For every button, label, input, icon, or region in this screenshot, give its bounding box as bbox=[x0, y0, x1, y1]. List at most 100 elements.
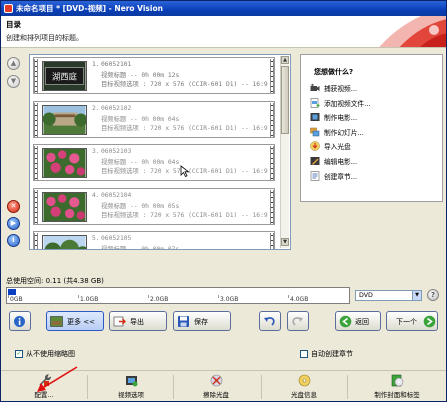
scrollbar-thumb[interactable] bbox=[281, 66, 289, 134]
task-item[interactable]: 捕获视频... bbox=[310, 82, 440, 94]
page-title: 目录 bbox=[6, 20, 21, 29]
cover-label-icon bbox=[391, 374, 404, 387]
info-button[interactable] bbox=[9, 311, 31, 331]
task-item[interactable]: 创建章节... bbox=[310, 170, 440, 182]
title-name: 06052103 bbox=[101, 148, 132, 155]
no-thumbnails-label: 从不使用缩略图 bbox=[26, 350, 75, 358]
title-name: 06052105 bbox=[101, 235, 132, 242]
no-thumbnails-checkbox[interactable]: ✓ bbox=[15, 350, 23, 358]
usage-tick-mark bbox=[148, 295, 149, 298]
disc-usage-fill bbox=[8, 289, 16, 295]
filmstrip-right-icon bbox=[270, 102, 274, 137]
title-row[interactable]: 2. 06052102 视频标题 -- 0h 00m 04s 目标视频选项 : 720… bbox=[30, 99, 279, 140]
usage-tick-mark bbox=[8, 295, 9, 298]
task-item[interactable]: 制作幻灯片... bbox=[310, 126, 440, 138]
arrow-left-icon bbox=[339, 315, 352, 328]
toolbar-divider bbox=[347, 375, 348, 399]
toolbar-divider bbox=[261, 375, 262, 399]
disc-type-select[interactable]: DVD ▼ bbox=[355, 290, 422, 301]
auto-chapters-checkbox[interactable] bbox=[300, 350, 308, 358]
window-title: 未命名项目 * [DVD-视频] - Nero Vision bbox=[16, 4, 163, 13]
title-row[interactable]: 3. 06052103 视频标题 -- 0h 00m 04s 目标视频选项 : 720… bbox=[30, 142, 279, 183]
filmstrip-right-icon bbox=[270, 59, 274, 93]
title-row[interactable]: 湖西庭 1. 06052101 视频标题 -- 0h 00m 12s 目标视频选项 : … bbox=[30, 55, 279, 96]
title-card[interactable]: 4. 06052104 视频标题 -- 0h 00m 05s 目标视频选项 : 720… bbox=[33, 187, 275, 225]
erase-disc-button[interactable]: 擦除光盘 bbox=[191, 373, 241, 401]
title-list-scrollbar[interactable]: ▲ ▼ bbox=[280, 56, 289, 248]
title-row[interactable]: 4. 06052104 视频标题 -- 0h 00m 05s 目标视频选项 : 720… bbox=[30, 186, 279, 227]
chevron-down-icon[interactable]: ▼ bbox=[412, 291, 421, 300]
red-pointer-arrow-icon bbox=[37, 366, 78, 392]
page-header: 目录 创建和排列项目的标题。 bbox=[1, 16, 446, 48]
disc-import-icon bbox=[310, 141, 320, 152]
back-button[interactable]: 返回 bbox=[335, 311, 381, 331]
title-row[interactable]: 5. 06052105 视频标题 -- 0h 00m 07s bbox=[30, 229, 279, 250]
video-options-button[interactable]: 视频选项 bbox=[106, 373, 156, 401]
filmstrip-left-icon bbox=[34, 146, 38, 180]
task-item[interactable]: 制作电影... bbox=[310, 111, 440, 123]
usage-label: 总使用空间: 0.11 (共4.38 GB) bbox=[6, 277, 104, 285]
disc-info-button[interactable]: 光盘信息 bbox=[279, 373, 329, 401]
film-edit-icon bbox=[310, 157, 320, 165]
task-item[interactable]: 导入光盘 bbox=[310, 140, 440, 152]
title-thumbnail: 湖西庭 bbox=[42, 61, 87, 91]
camcorder-icon bbox=[310, 83, 320, 91]
app-window: 未命名项目 * [DVD-视频] - Nero Vision 目录 创建和排列项… bbox=[0, 0, 447, 402]
more-button-label: 更多 << bbox=[67, 318, 95, 326]
title-number: 3. bbox=[92, 148, 100, 155]
floppy-disk-icon bbox=[178, 316, 189, 327]
task-item-label: 创建章节... bbox=[324, 172, 358, 181]
title-name: 06052102 bbox=[101, 104, 132, 112]
disc-info-label: 光盘信息 bbox=[291, 391, 317, 399]
export-button[interactable]: 导出 bbox=[109, 311, 167, 331]
task-item[interactable]: 添加视频文件... bbox=[310, 97, 440, 109]
help-button[interactable]: ? bbox=[427, 289, 439, 301]
properties-button[interactable]: i bbox=[7, 234, 20, 247]
delete-title-button[interactable]: ✕ bbox=[7, 200, 20, 213]
title-duration: 视频标题 -- 0h 00m 07s bbox=[101, 246, 180, 250]
title-name: 06052101 bbox=[101, 61, 132, 68]
title-duration: 视频标题 -- 0h 00m 04s bbox=[101, 159, 180, 166]
scroll-down-arrow-icon[interactable]: ▼ bbox=[281, 238, 289, 246]
title-video-options: 目标视频选项 : 720 x 576 (CCIR-601 D1) -- 16:9 bbox=[101, 124, 268, 132]
undo-icon bbox=[264, 317, 275, 326]
chapter-icon bbox=[310, 170, 320, 181]
redo-button[interactable] bbox=[287, 311, 309, 331]
play-title-button[interactable]: ▶ bbox=[7, 217, 20, 230]
next-button[interactable]: 下一个 bbox=[386, 311, 438, 331]
auto-chapters-label: 自动创建章节 bbox=[311, 350, 353, 358]
task-panel: 您想做什么? 捕获视频... 添加视频文件... 制作电影... 制作幻灯片... 导入… bbox=[300, 54, 443, 202]
title-video-options: 目标视频选项 : 720 x 576 (CCIR-601 D1) -- 16:9 bbox=[101, 81, 268, 88]
task-item-label: 制作电影... bbox=[324, 114, 358, 123]
filmstrip-right-icon bbox=[270, 189, 274, 224]
move-up-button[interactable]: ▲ bbox=[7, 57, 20, 70]
title-thumbnail bbox=[42, 104, 87, 135]
usage-tick-label: 0GB bbox=[10, 296, 23, 303]
title-duration: 视频标题 -- 0h 00m 04s bbox=[101, 115, 180, 123]
disc-usage-bar: 0GB 1.0GB 2.0GB 3.0GB 4.0GB bbox=[6, 287, 350, 304]
title-thumbnail bbox=[42, 148, 87, 178]
scroll-up-arrow-icon[interactable]: ▲ bbox=[281, 56, 289, 64]
title-number: 4. bbox=[92, 191, 100, 199]
undo-button[interactable] bbox=[259, 311, 281, 331]
title-card[interactable]: 3. 06052103 视频标题 -- 0h 00m 04s 目标视频选项 : 720… bbox=[33, 144, 275, 181]
filmstrip-left-icon bbox=[34, 189, 38, 224]
cover-label-button[interactable]: 制作封面和标签 bbox=[361, 373, 433, 401]
film-settings-icon bbox=[126, 376, 138, 387]
save-button-label: 保存 bbox=[194, 318, 208, 326]
usage-tick-mark bbox=[218, 295, 219, 298]
title-bar[interactable]: 未命名项目 * [DVD-视频] - Nero Vision bbox=[1, 1, 446, 16]
task-item[interactable]: 编辑电影... bbox=[310, 155, 440, 167]
save-button[interactable]: 保存 bbox=[173, 311, 231, 331]
usage-tick-mark bbox=[78, 295, 79, 298]
toolbar-divider bbox=[173, 375, 174, 399]
page-subtitle: 创建和排列项目的标题。 bbox=[6, 34, 83, 42]
title-list[interactable]: 湖西庭 1. 06052101 视频标题 -- 0h 00m 12s 目标视频选项 : … bbox=[29, 54, 291, 250]
title-number: 2. bbox=[92, 104, 100, 112]
title-card[interactable]: 湖西庭 1. 06052101 视频标题 -- 0h 00m 12s 目标视频选项 : … bbox=[33, 57, 275, 94]
task-item-label: 捕获视频... bbox=[324, 85, 358, 93]
more-button[interactable]: 更多 << bbox=[46, 311, 104, 331]
title-card[interactable]: 2. 06052102 视频标题 -- 0h 00m 04s 目标视频选项 : 720… bbox=[33, 100, 275, 138]
title-card[interactable]: 5. 06052105 视频标题 -- 0h 00m 07s bbox=[33, 231, 275, 250]
move-down-button[interactable]: ▼ bbox=[7, 75, 20, 88]
